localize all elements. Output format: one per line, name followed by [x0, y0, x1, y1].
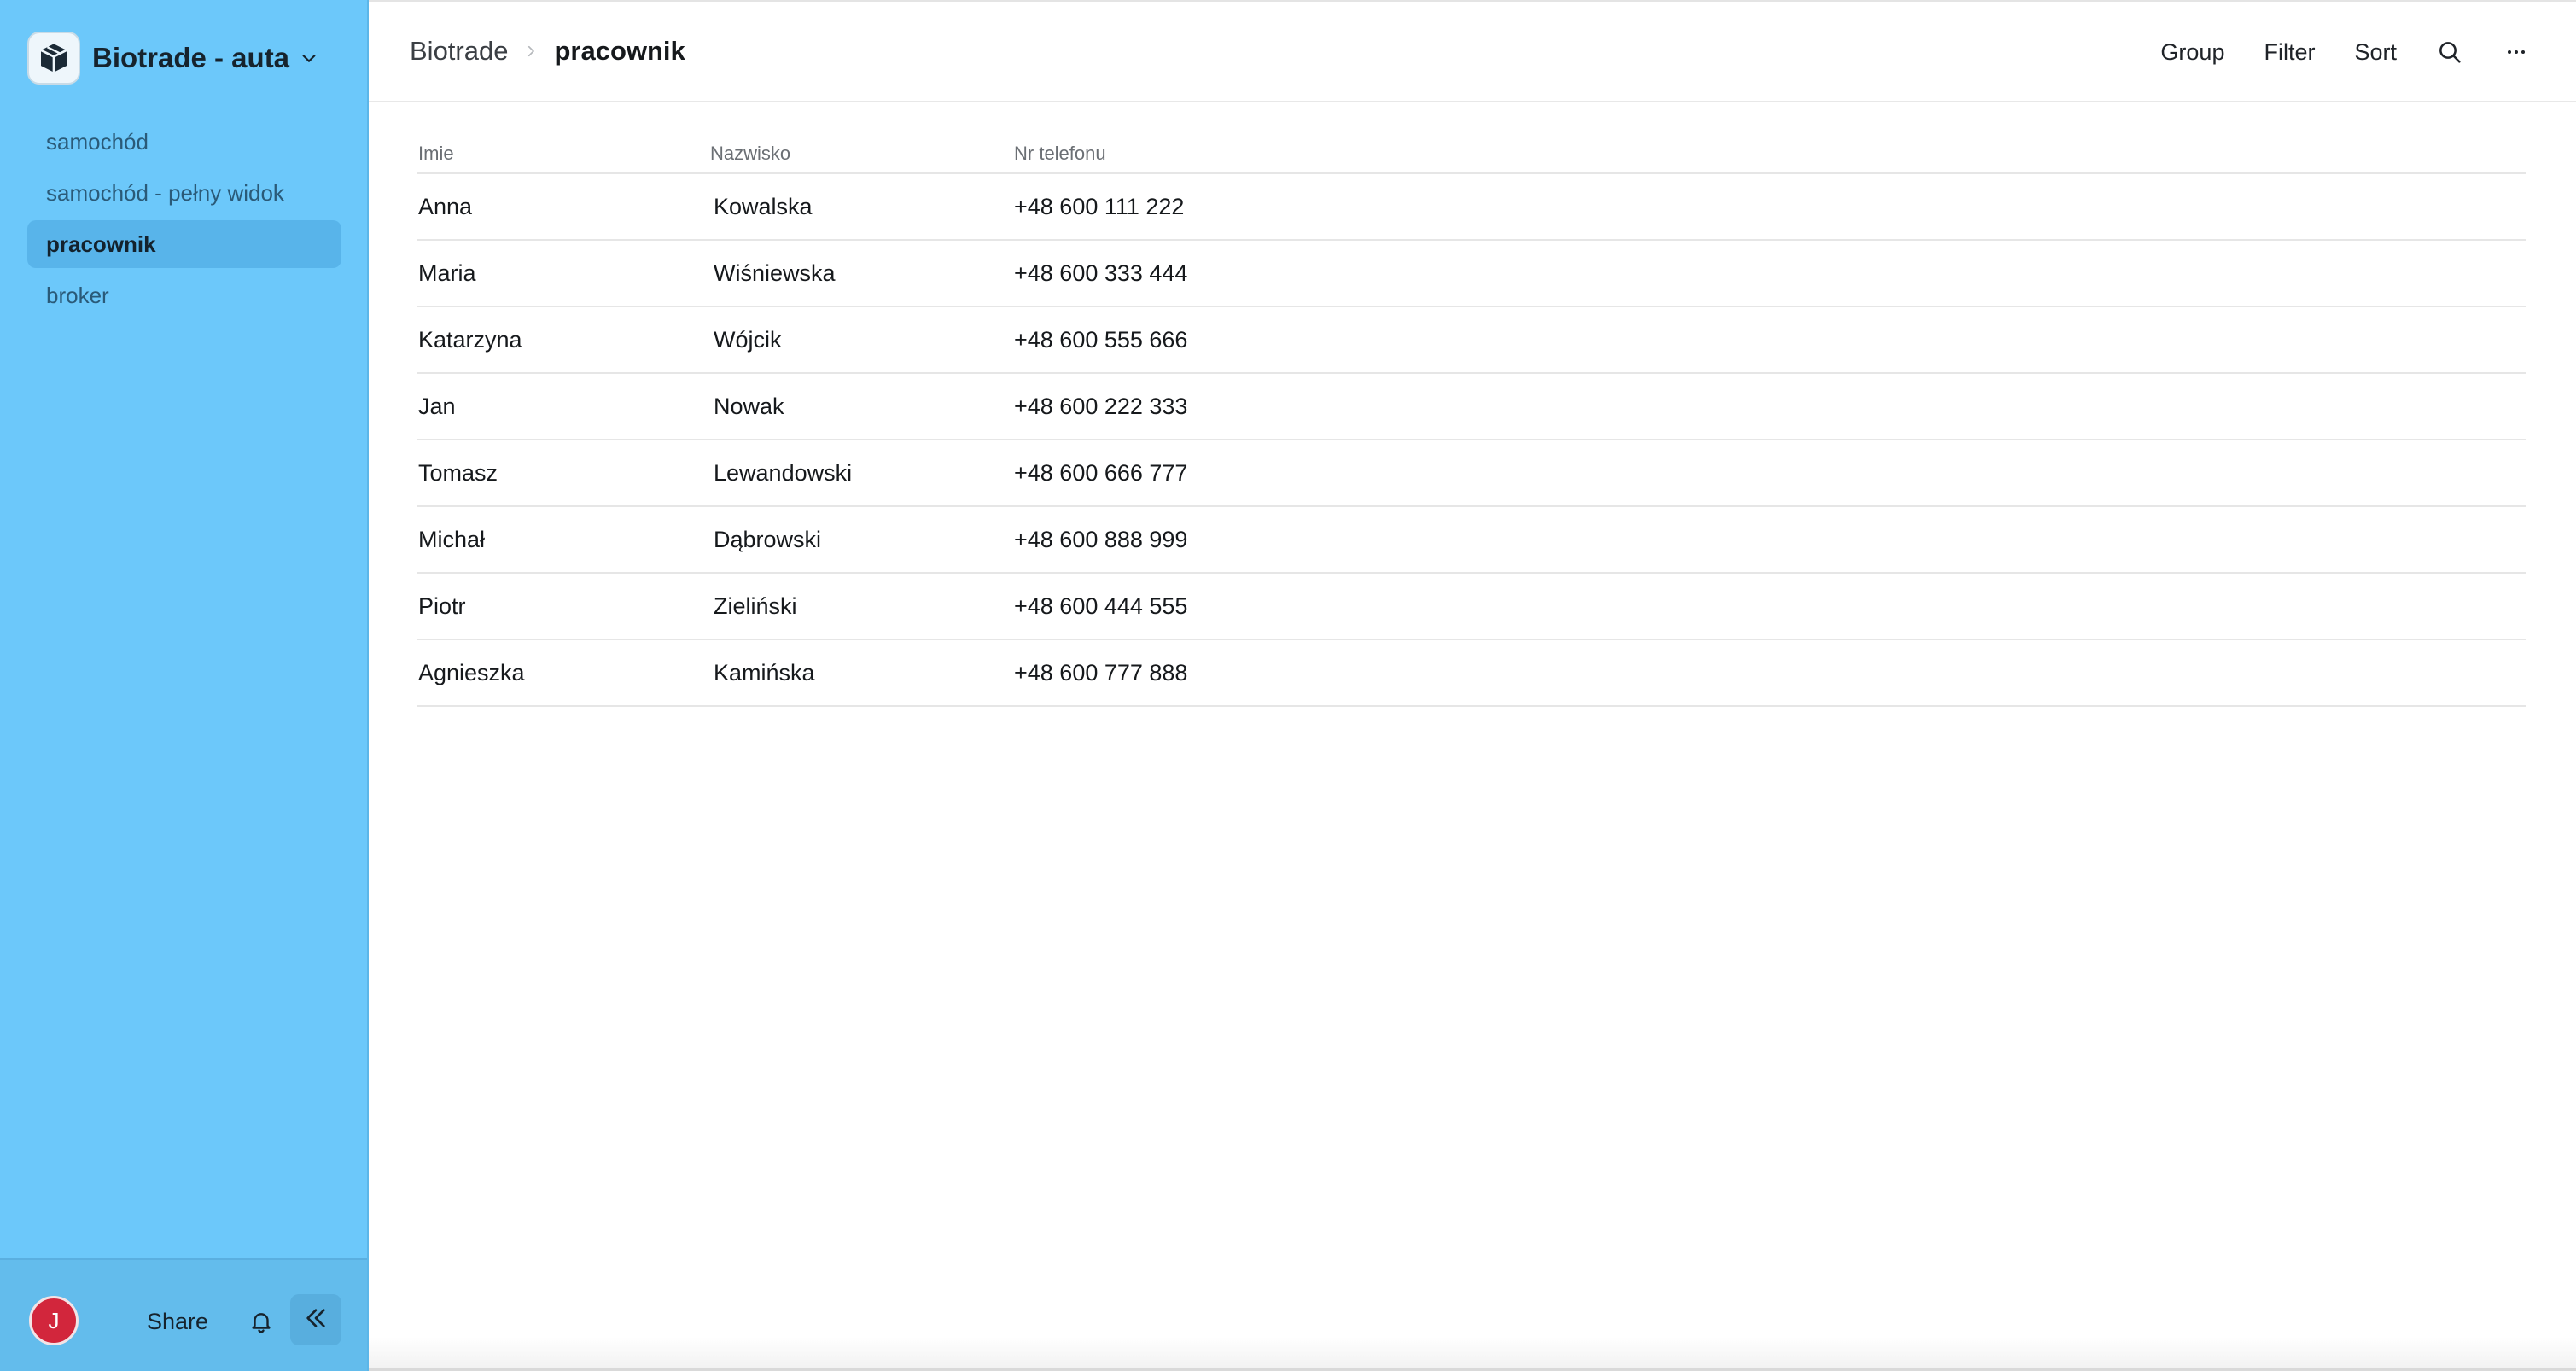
- cell-nazwisko: Lewandowski: [714, 459, 853, 486]
- chevron-down-icon: [300, 49, 318, 67]
- sidebar-item-samochod-pelny-widok[interactable]: samochód - pełny widok: [27, 169, 341, 217]
- cell-imie: Agnieszka: [418, 659, 525, 686]
- table-row[interactable]: Maria Wiśniewska +48 600 333 444: [417, 241, 2526, 307]
- cell-nazwisko: Wiśniewska: [714, 260, 836, 286]
- cell-imie: Michał: [418, 526, 486, 552]
- table-row[interactable]: Agnieszka Kamińska +48 600 777 888: [417, 640, 2526, 707]
- cell-nr-telefonu: +48 600 555 666: [1014, 326, 1188, 353]
- cell-nr-telefonu: +48 600 444 555: [1014, 592, 1188, 619]
- table-row[interactable]: Jan Nowak +48 600 222 333: [417, 374, 2526, 440]
- double-chevron-left-icon: [302, 1304, 329, 1336]
- cell-nazwisko: Kamińska: [714, 659, 815, 686]
- share-button[interactable]: Share: [147, 1303, 208, 1340]
- cell-nazwisko: Zieliński: [714, 592, 797, 619]
- sidebar-nav: samochód samochód - pełny widok pracowni…: [27, 118, 341, 323]
- table-header: Imie Nazwisko Nr telefonu: [417, 135, 2526, 174]
- view-toolbar: Group Filter Sort: [2121, 31, 2530, 73]
- table-row[interactable]: Tomasz Lewandowski +48 600 666 777: [417, 440, 2526, 507]
- breadcrumb-root[interactable]: Biotrade: [410, 36, 508, 67]
- window-bottom-edge: [369, 1337, 2576, 1371]
- column-header-nazwisko[interactable]: Nazwisko: [710, 143, 1014, 165]
- cell-imie: Jan: [418, 393, 456, 419]
- app-window: Biotrade - auta samochód samochód - pełn…: [0, 0, 2576, 1371]
- box-icon: [27, 32, 80, 85]
- workspace-name: Biotrade - auta: [92, 42, 290, 73]
- column-header-nr-telefonu[interactable]: Nr telefonu: [1014, 143, 1441, 165]
- cell-imie: Katarzyna: [418, 326, 522, 353]
- collapse-sidebar-button[interactable]: [290, 1294, 341, 1345]
- cell-nr-telefonu: +48 600 777 888: [1014, 659, 1188, 686]
- top-bar: Biotrade pracownik Group Filter Sort: [369, 0, 2576, 102]
- cell-nazwisko: Dąbrowski: [714, 526, 822, 552]
- more-horizontal-icon[interactable]: [2503, 38, 2530, 66]
- table-row[interactable]: Michał Dąbrowski +48 600 888 999: [417, 507, 2526, 574]
- records-table: Imie Nazwisko Nr telefonu Anna Kowalska …: [417, 135, 2526, 707]
- table-row[interactable]: Piotr Zieliński +48 600 444 555: [417, 574, 2526, 640]
- breadcrumb: Biotrade pracownik: [410, 32, 685, 70]
- cell-imie: Piotr: [418, 592, 466, 619]
- group-button[interactable]: Group: [2160, 39, 2224, 66]
- cell-nr-telefonu: +48 600 333 444: [1014, 260, 1188, 286]
- cell-imie: Maria: [418, 260, 476, 286]
- sidebar-footer: J Share: [0, 1258, 367, 1371]
- cell-nr-telefonu: +48 600 888 999: [1014, 526, 1188, 552]
- table-row[interactable]: Katarzyna Wójcik +48 600 555 666: [417, 307, 2526, 374]
- sidebar-item-samochod[interactable]: samochód: [27, 118, 341, 166]
- cell-nr-telefonu: +48 600 666 777: [1014, 459, 1188, 486]
- cell-nazwisko: Wójcik: [714, 326, 782, 353]
- cell-nr-telefonu: +48 600 111 222: [1014, 193, 1185, 219]
- avatar[interactable]: J: [29, 1296, 79, 1345]
- page-title: pracownik: [554, 36, 685, 66]
- cell-nr-telefonu: +48 600 222 333: [1014, 393, 1188, 419]
- cell-nazwisko: Kowalska: [714, 193, 813, 219]
- sidebar-item-pracownik[interactable]: pracownik: [27, 220, 341, 268]
- sidebar: Biotrade - auta samochód samochód - pełn…: [0, 0, 369, 1371]
- workspace-switcher[interactable]: Biotrade - auta: [27, 31, 318, 85]
- table-row[interactable]: Anna Kowalska +48 600 111 222: [417, 174, 2526, 241]
- sidebar-item-broker[interactable]: broker: [27, 271, 341, 319]
- column-header-imie[interactable]: Imie: [417, 143, 710, 165]
- main-content: Biotrade pracownik Group Filter Sort Imi…: [369, 0, 2576, 1371]
- chevron-right-icon: [523, 44, 539, 59]
- cell-imie: Anna: [418, 193, 473, 219]
- cell-imie: Tomasz: [418, 459, 498, 486]
- cell-nazwisko: Nowak: [714, 393, 784, 419]
- sort-button[interactable]: Sort: [2354, 39, 2397, 66]
- search-icon[interactable]: [2436, 38, 2463, 66]
- filter-button[interactable]: Filter: [2264, 39, 2315, 66]
- bell-icon[interactable]: [244, 1304, 278, 1339]
